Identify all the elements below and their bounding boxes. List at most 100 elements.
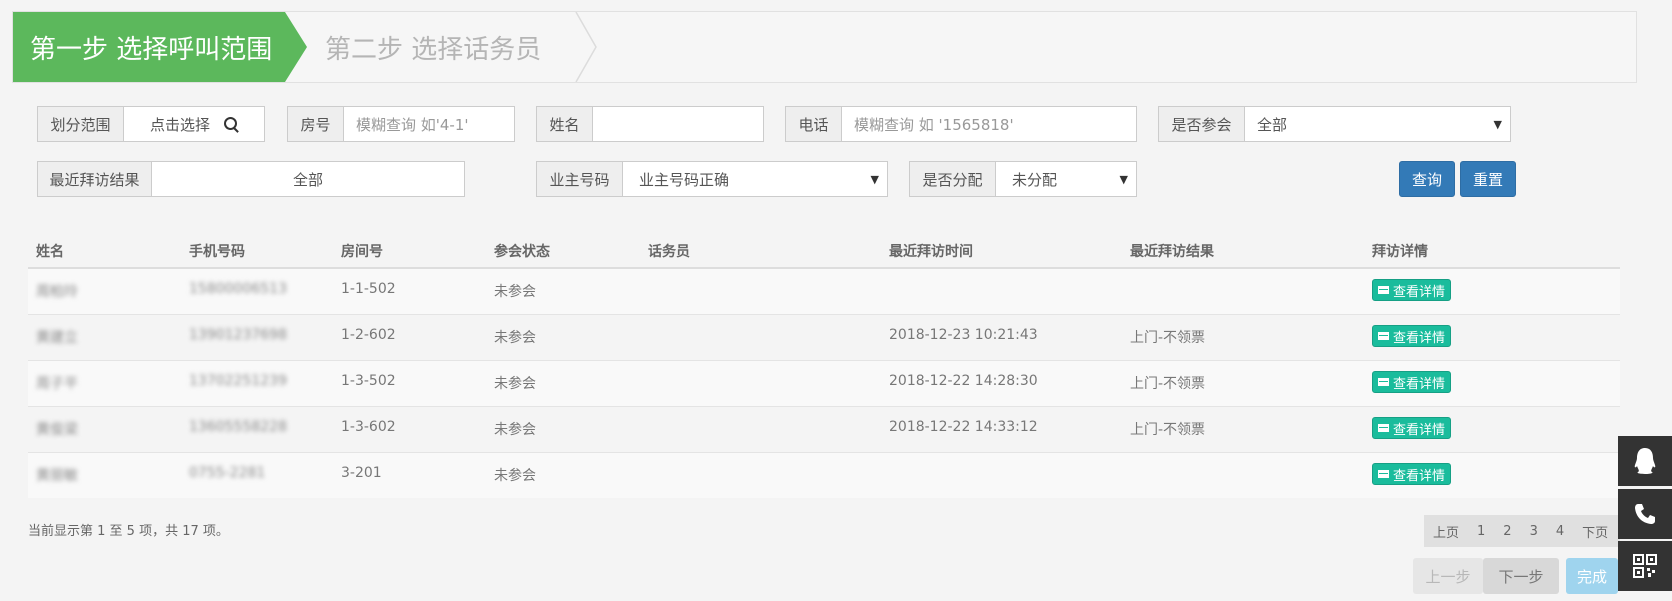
results-table: 姓名 手机号码 房间号 参会状态 话务员 最近拜访时间 最近拜访结果 拜访详情 …	[28, 230, 1620, 498]
next-step-button[interactable]: 下一步	[1483, 558, 1559, 594]
cell-time: 2018-12-22 14:28:30	[889, 373, 1038, 389]
cell-name: 黄丽敏	[36, 468, 78, 484]
envelope-icon	[1378, 470, 1389, 478]
envelope-icon	[1378, 424, 1389, 432]
scope-label: 划分范围	[38, 107, 124, 141]
pager-next[interactable]: 下页	[1573, 522, 1617, 541]
chevron-down-icon: ▼	[1493, 118, 1502, 131]
col-visit-time[interactable]: 最近拜访时间	[889, 241, 973, 261]
wizard-steps: 第一步 选择呼叫范围 第二步 选择话务员	[12, 11, 1637, 83]
view-detail-label: 查看详情	[1393, 422, 1446, 438]
cell-status: 未参会	[494, 284, 536, 300]
view-detail-button[interactable]: 查看详情	[1372, 325, 1452, 347]
table-info: 当前显示第 1 至 5 项，共 17 项。	[28, 524, 229, 539]
cell-time: 2018-12-22 14:33:12	[889, 419, 1038, 435]
table-row: 黄丽敏 0755-2281 3-201 未参会 查看详情	[28, 453, 1620, 498]
col-name[interactable]: 姓名	[36, 241, 64, 261]
pager-page-1[interactable]: 1	[1468, 524, 1494, 539]
finish-button[interactable]: 完成	[1566, 558, 1618, 594]
cell-phone: 13605558228	[189, 419, 287, 435]
qrcode-icon	[1633, 554, 1657, 578]
phone-button[interactable]	[1618, 489, 1672, 539]
col-room[interactable]: 房间号	[341, 241, 383, 261]
owner-number-label: 业主号码	[537, 162, 623, 196]
view-detail-label: 查看详情	[1393, 330, 1446, 346]
view-detail-label: 查看详情	[1393, 284, 1446, 300]
view-detail-button[interactable]: 查看详情	[1372, 463, 1452, 485]
name-input[interactable]	[593, 107, 763, 141]
assigned-label: 是否分配	[910, 162, 996, 196]
attend-value: 全部	[1257, 115, 1288, 134]
room-filter: 房号 模糊查询 如'4-1'	[287, 106, 515, 142]
step-2[interactable]: 第二步 选择话务员	[325, 12, 541, 82]
step-separator-chevron	[575, 12, 597, 82]
cell-result: 上门-不领票	[1130, 422, 1206, 438]
cell-room: 1-2-602	[341, 327, 396, 343]
assigned-value: 未分配	[1012, 170, 1058, 189]
scope-filter[interactable]: 划分范围 点击选择	[37, 106, 265, 142]
chevron-down-icon: ▼	[870, 173, 879, 186]
step-2-label: 第二步 选择话务员	[325, 34, 542, 65]
view-detail-button[interactable]: 查看详情	[1372, 371, 1452, 393]
view-detail-label: 查看详情	[1393, 376, 1446, 392]
table-row: 周子平 13702251239 1-3-502 未参会 2018-12-22 1…	[28, 361, 1620, 407]
phone-filter: 电话 模糊查询 如 '1565818'	[785, 106, 1137, 142]
cell-status: 未参会	[494, 422, 536, 438]
cell-room: 1-3-502	[341, 373, 396, 389]
cell-time: 2018-12-23 10:21:43	[889, 327, 1038, 343]
query-button[interactable]: 查询	[1399, 161, 1455, 197]
qrcode-button[interactable]	[1618, 541, 1672, 591]
cell-status: 未参会	[494, 376, 536, 392]
view-detail-button[interactable]: 查看详情	[1372, 279, 1452, 301]
cell-result: 上门-不领票	[1130, 330, 1206, 346]
cell-room: 1-3-602	[341, 419, 396, 435]
prev-step-button[interactable]: 上一步	[1413, 558, 1483, 594]
step-1-active[interactable]: 第一步 选择呼叫范围	[13, 12, 285, 82]
owner-number-select[interactable]: 业主号码正确 ▼	[623, 162, 887, 196]
envelope-icon	[1378, 286, 1389, 294]
name-filter: 姓名	[536, 106, 764, 142]
pager-prev[interactable]: 上页	[1424, 522, 1468, 541]
col-operator[interactable]: 话务员	[648, 241, 690, 261]
phone-label: 电话	[786, 107, 842, 141]
pager-page-4[interactable]: 4	[1547, 524, 1573, 539]
visit-result-label: 最近拜访结果	[38, 162, 152, 196]
chevron-down-icon: ▼	[1119, 173, 1128, 186]
cell-result: 上门-不领票	[1130, 376, 1206, 392]
scope-value: 点击选择	[149, 115, 210, 134]
attend-filter: 是否参会 全部 ▼	[1158, 106, 1511, 142]
table-row: 周柏玲 15800006513 1-1-502 未参会 查看详情	[28, 269, 1620, 315]
phone-input[interactable]: 模糊查询 如 '1565818'	[842, 107, 1136, 141]
pager-page-2[interactable]: 2	[1494, 524, 1520, 539]
cell-phone: 0755-2281	[189, 465, 266, 481]
cell-status: 未参会	[494, 330, 536, 346]
phone-icon	[1635, 504, 1655, 524]
table-row: 黄建立 13901237698 1-2-602 未参会 2018-12-23 1…	[28, 315, 1620, 361]
scope-select-button[interactable]: 点击选择	[124, 107, 264, 141]
col-status[interactable]: 参会状态	[494, 241, 550, 261]
attend-select[interactable]: 全部 ▼	[1245, 107, 1510, 141]
col-phone[interactable]: 手机号码	[189, 241, 245, 261]
visit-result-value: 全部	[292, 170, 323, 189]
qq-button[interactable]	[1618, 436, 1672, 486]
view-detail-button[interactable]: 查看详情	[1372, 417, 1452, 439]
visit-result-filter: 最近拜访结果 全部	[37, 161, 465, 197]
view-detail-label: 查看详情	[1393, 468, 1446, 484]
owner-number-filter: 业主号码 业主号码正确 ▼	[536, 161, 888, 197]
col-visit-detail[interactable]: 拜访详情	[1372, 241, 1428, 261]
col-visit-result[interactable]: 最近拜访结果	[1130, 241, 1214, 261]
assigned-select[interactable]: 未分配 ▼	[996, 162, 1136, 196]
pagination: 上页 1 2 3 4 下页	[1424, 515, 1620, 547]
visit-result-select[interactable]: 全部	[152, 162, 464, 196]
room-input[interactable]: 模糊查询 如'4-1'	[344, 107, 514, 141]
qq-icon	[1634, 448, 1656, 474]
cell-status: 未参会	[494, 468, 536, 484]
cell-phone: 13702251239	[189, 373, 287, 389]
cell-name: 周子平	[36, 376, 78, 392]
owner-number-value: 业主号码正确	[639, 170, 730, 189]
step-1-arrow	[285, 12, 307, 82]
table-row: 黄俊梁 13605558228 1-3-602 未参会 2018-12-22 1…	[28, 407, 1620, 453]
pager-page-3[interactable]: 3	[1521, 524, 1547, 539]
reset-button[interactable]: 重置	[1460, 161, 1516, 197]
attend-label: 是否参会	[1159, 107, 1245, 141]
